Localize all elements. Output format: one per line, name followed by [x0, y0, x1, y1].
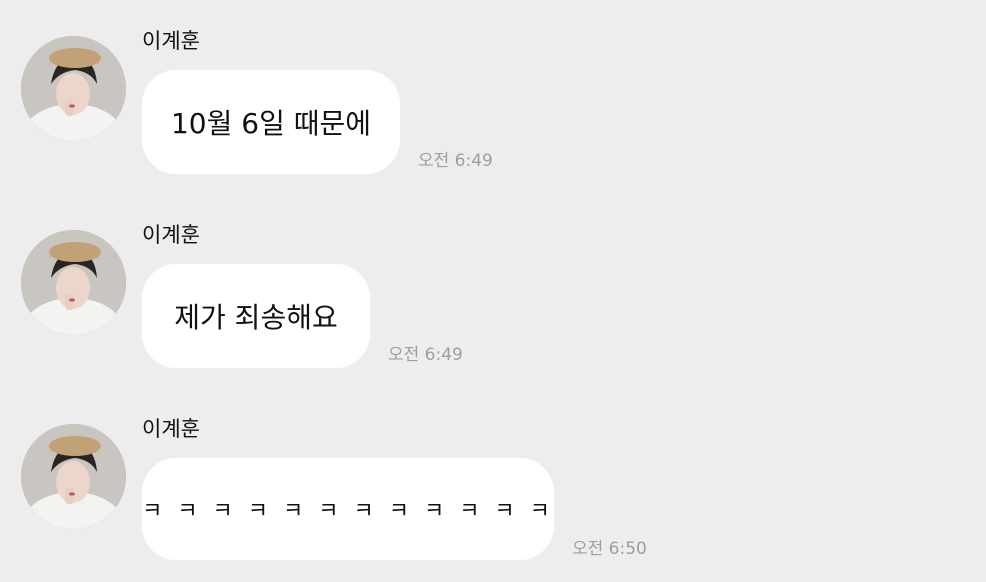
message-row: 이계훈 제가 죄송해요 오전 6:49 — [0, 194, 986, 388]
message-timestamp: 오전 6:49 — [388, 345, 463, 365]
message-bubble[interactable]: ㅋ ㅋ ㅋ ㅋ ㅋ ㅋ ㅋ ㅋ ㅋ ㅋ ㅋ ㅋ — [142, 458, 554, 560]
message-row: 이계훈 ㅋ ㅋ ㅋ ㅋ ㅋ ㅋ ㅋ ㅋ ㅋ ㅋ ㅋ ㅋ 오전 6:50 — [0, 388, 986, 582]
message-bubble[interactable]: 10월 6일 때문에 — [142, 70, 400, 174]
avatar[interactable] — [21, 36, 126, 141]
avatar[interactable] — [21, 424, 126, 529]
profile-photo-icon — [21, 230, 126, 335]
profile-photo-icon — [21, 36, 126, 141]
sender-name: 이계훈 — [142, 417, 200, 441]
message-timestamp: 오전 6:50 — [572, 539, 647, 559]
message-timestamp: 오전 6:49 — [418, 151, 493, 171]
sender-name: 이계훈 — [142, 223, 200, 247]
profile-photo-icon — [21, 424, 126, 529]
message-bubble[interactable]: 제가 죄송해요 — [142, 264, 370, 368]
sender-name: 이계훈 — [142, 29, 200, 53]
message-row: 이계훈 10월 6일 때문에 오전 6:49 — [0, 0, 986, 194]
avatar[interactable] — [21, 230, 126, 335]
